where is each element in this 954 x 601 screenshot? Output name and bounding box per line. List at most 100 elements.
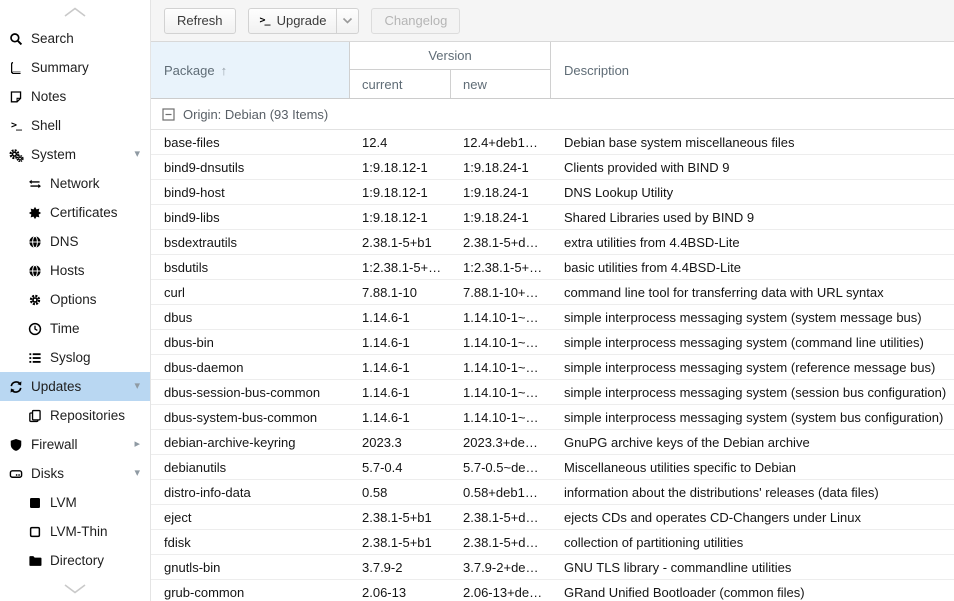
table-row[interactable]: bind9-dnsutils1:9.18.12-11:9.18.24-1Clie…	[151, 155, 954, 180]
sidebar-item-hosts[interactable]: Hosts	[0, 256, 150, 285]
table-row[interactable]: eject2.38.1-5+b12.38.1-5+d…ejects CDs an…	[151, 505, 954, 530]
package-cell: debian-archive-keyring	[151, 435, 350, 450]
current-column-header[interactable]: current	[350, 70, 451, 98]
sidebar-item-directory[interactable]: Directory	[0, 546, 150, 575]
description-cell: simple interprocess messaging system (co…	[551, 335, 954, 350]
current-version-cell: 1.14.6-1	[350, 310, 451, 325]
node-sidebar: SearchSummaryNotes>_ShellSystem▾NetworkC…	[0, 0, 150, 601]
sidebar-item-summary[interactable]: Summary	[0, 53, 150, 82]
sidebar-item-lvm[interactable]: LVM	[0, 488, 150, 517]
origin-group-row[interactable]: Origin: Debian (93 Items)	[151, 99, 954, 130]
package-cell: distro-info-data	[151, 485, 350, 500]
current-version-cell: 1:9.18.12-1	[350, 185, 451, 200]
current-version-cell: 1.14.6-1	[350, 335, 451, 350]
table-row[interactable]: bsdutils1:2.38.1-5+…1:2.38.1-5+…basic ut…	[151, 255, 954, 280]
table-row[interactable]: fdisk2.38.1-5+b12.38.1-5+d…collection of…	[151, 530, 954, 555]
sidebar-item-lvm-thin[interactable]: LVM-Thin	[0, 517, 150, 546]
sidebar-item-syslog[interactable]: Syslog	[0, 343, 150, 372]
version-group-header: Version	[350, 42, 550, 70]
sidebar-item-repositories[interactable]: Repositories	[0, 401, 150, 430]
globe-icon	[26, 235, 44, 249]
package-cell: dbus-session-bus-common	[151, 385, 350, 400]
table-row[interactable]: base-files12.412.4+deb1…Debian base syst…	[151, 130, 954, 155]
table-row[interactable]: dbus-daemon1.14.6-11.14.10-1~…simple int…	[151, 355, 954, 380]
description-cell: basic utilities from 4.4BSD-Lite	[551, 260, 954, 275]
description-cell: Debian base system miscellaneous files	[551, 135, 954, 150]
chevron-down-icon[interactable]: ▾	[134, 149, 140, 160]
sidebar-item-dns[interactable]: DNS	[0, 227, 150, 256]
terminal-icon: >_	[260, 15, 270, 26]
new-version-cell: 5.7-0.5~de…	[451, 460, 551, 475]
table-row[interactable]: dbus1.14.6-11.14.10-1~…simple interproce…	[151, 305, 954, 330]
refresh-button[interactable]: Refresh	[164, 8, 236, 34]
table-row[interactable]: gnutls-bin3.7.9-23.7.9-2+de…GNU TLS libr…	[151, 555, 954, 580]
package-cell: dbus-bin	[151, 335, 350, 350]
sidebar-item-network[interactable]: Network	[0, 169, 150, 198]
version-column-group: Version current new	[350, 42, 551, 98]
scroll-up-icon[interactable]	[0, 0, 150, 24]
new-version-cell: 2.06-13+de…	[451, 585, 551, 600]
sidebar-item-time[interactable]: Time	[0, 314, 150, 343]
new-version-cell: 2.38.1-5+d…	[451, 235, 551, 250]
description-cell: Shared Libraries used by BIND 9	[551, 210, 954, 225]
table-row[interactable]: grub-common2.06-132.06-13+de…GRand Unifi…	[151, 580, 954, 601]
description-cell: ejects CDs and operates CD-Changers unde…	[551, 510, 954, 525]
sidebar-item-firewall[interactable]: Firewall▸	[0, 430, 150, 459]
table-row[interactable]: dbus-bin1.14.6-11.14.10-1~…simple interp…	[151, 330, 954, 355]
package-column-header[interactable]: Package ↑	[151, 42, 350, 98]
sidebar-item-updates[interactable]: Updates▾	[0, 372, 150, 401]
upgrade-dropdown-arrow[interactable]	[336, 9, 358, 33]
description-cell: collection of partitioning utilities	[551, 535, 954, 550]
new-version-cell: 0.58+deb1…	[451, 485, 551, 500]
sidebar-item-label: Repositories	[50, 408, 125, 423]
sidebar-item-search[interactable]: Search	[0, 24, 150, 53]
collapse-group-icon[interactable]	[162, 108, 175, 121]
chevron-down-icon[interactable]: ▾	[134, 381, 140, 392]
package-cell: grub-common	[151, 585, 350, 600]
sidebar-item-notes[interactable]: Notes	[0, 82, 150, 111]
table-row[interactable]: distro-info-data0.580.58+deb1…informatio…	[151, 480, 954, 505]
changelog-button[interactable]: Changelog	[371, 8, 460, 34]
new-version-cell: 1:9.18.24-1	[451, 160, 551, 175]
current-version-cell: 1:2.38.1-5+…	[350, 260, 451, 275]
description-column-header[interactable]: Description	[551, 42, 954, 98]
sidebar-item-label: DNS	[50, 234, 79, 249]
table-row[interactable]: bsdextrautils2.38.1-5+b12.38.1-5+d…extra…	[151, 230, 954, 255]
packages-grid: Package ↑ Version current new	[151, 42, 954, 601]
origin-group-label: Origin: Debian (93 Items)	[183, 107, 328, 122]
table-row[interactable]: debian-archive-keyring2023.32023.3+de…Gn…	[151, 430, 954, 455]
sidebar-item-label: Options	[50, 292, 97, 307]
table-row[interactable]: bind9-host1:9.18.12-11:9.18.24-1DNS Look…	[151, 180, 954, 205]
certificate-icon	[26, 206, 44, 220]
updates-toolbar: Refresh >_ Upgrade Changelog	[151, 0, 954, 42]
current-version-cell: 1:9.18.12-1	[350, 210, 451, 225]
scroll-down-icon[interactable]	[0, 577, 150, 601]
table-row[interactable]: curl7.88.1-107.88.1-10+…command line too…	[151, 280, 954, 305]
table-row[interactable]: debianutils5.7-0.45.7-0.5~de…Miscellaneo…	[151, 455, 954, 480]
sidebar-item-options[interactable]: Options	[0, 285, 150, 314]
sidebar-item-label: LVM	[50, 495, 77, 510]
sidebar-item-system[interactable]: System▾	[0, 140, 150, 169]
sidebar-item-disks[interactable]: Disks▾	[0, 459, 150, 488]
current-version-cell: 1.14.6-1	[350, 385, 451, 400]
chevron-right-icon[interactable]: ▸	[134, 439, 140, 450]
sidebar-item-certificates[interactable]: Certificates	[0, 198, 150, 227]
sidebar-item-shell[interactable]: >_Shell	[0, 111, 150, 140]
new-version-cell: 2.38.1-5+d…	[451, 535, 551, 550]
current-version-cell: 2023.3	[350, 435, 451, 450]
table-row[interactable]: dbus-system-bus-common1.14.6-11.14.10-1~…	[151, 405, 954, 430]
table-row[interactable]: bind9-libs1:9.18.12-11:9.18.24-1Shared L…	[151, 205, 954, 230]
new-column-header[interactable]: new	[451, 70, 550, 98]
cogs-icon	[7, 148, 25, 162]
description-cell: information about the distributions' rel…	[551, 485, 954, 500]
description-cell: GnuPG archive keys of the Debian archive	[551, 435, 954, 450]
note-icon	[7, 90, 25, 104]
package-cell: bind9-host	[151, 185, 350, 200]
upgrade-split-button[interactable]: >_ Upgrade	[248, 8, 360, 34]
new-version-cell: 1.14.10-1~…	[451, 335, 551, 350]
table-row[interactable]: dbus-session-bus-common1.14.6-11.14.10-1…	[151, 380, 954, 405]
description-cell: simple interprocess messaging system (se…	[551, 385, 954, 400]
chevron-down-icon[interactable]: ▾	[134, 468, 140, 479]
sidebar-item-label: Syslog	[50, 350, 91, 365]
package-cell: dbus	[151, 310, 350, 325]
